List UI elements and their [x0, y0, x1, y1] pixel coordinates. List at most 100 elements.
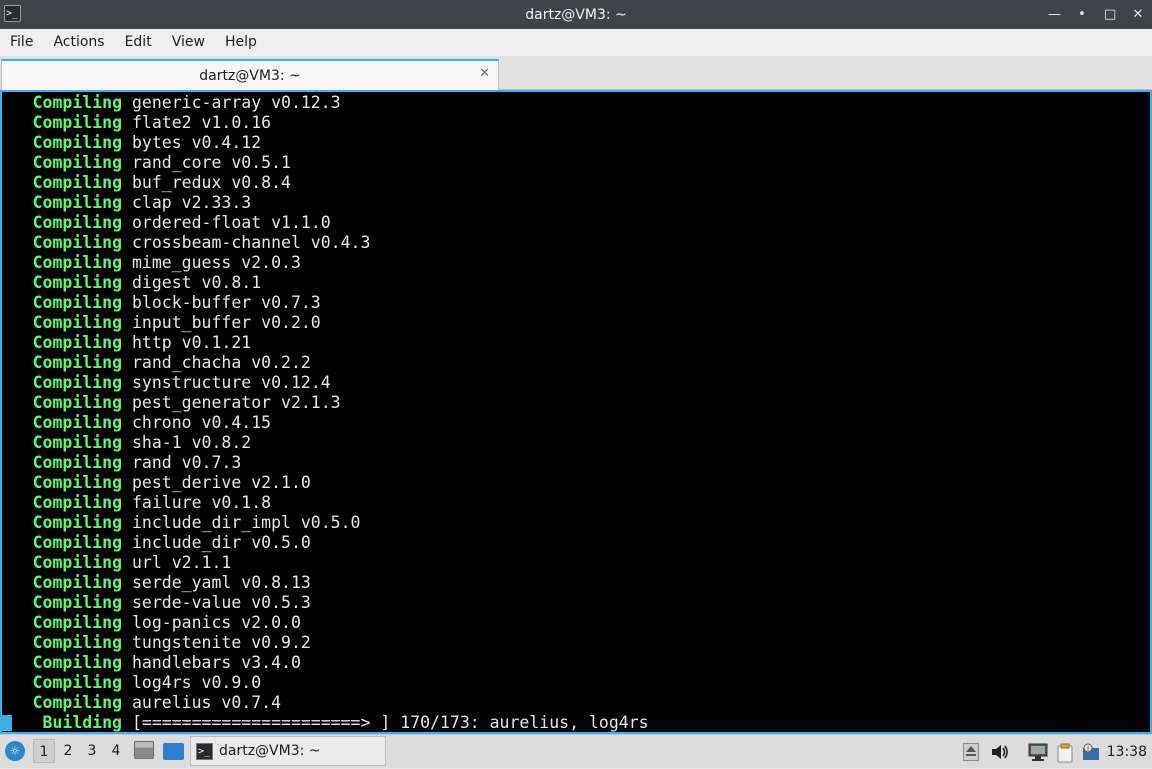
terminal-icon[interactable]: >_: [4, 5, 21, 22]
clipboard-icon[interactable]: [1056, 743, 1074, 763]
line-text: digest v0.8.1: [132, 273, 262, 292]
show-desktop-icon[interactable]: [163, 743, 184, 760]
line-text: mime_guess v2.0.3: [132, 253, 301, 272]
line-text: log-panics v2.0.0: [132, 613, 301, 632]
terminal-line: Compiling http v0.1.21: [2, 333, 1150, 353]
status-keyword: Compiling: [32, 213, 122, 232]
terminal-line: Compiling digest v0.8.1: [2, 273, 1150, 293]
line-text: rand_chacha v0.2.2: [132, 353, 311, 372]
eject-icon[interactable]: [963, 743, 979, 761]
network-icon[interactable]: [1028, 743, 1048, 761]
status-keyword: Compiling: [32, 453, 122, 472]
line-text: http v0.1.21: [132, 333, 252, 352]
line-text: pest_generator v2.1.3: [132, 393, 341, 412]
terminal-line: Compiling sha-1 v0.8.2: [2, 433, 1150, 453]
terminal-line: Compiling aurelius v0.7.4: [2, 693, 1150, 713]
terminal-line: Compiling buf_redux v0.8.4: [2, 173, 1150, 193]
status-keyword: Compiling: [32, 173, 122, 192]
status-keyword: Compiling: [32, 493, 122, 512]
terminal-line: Compiling rand_core v0.5.1: [2, 153, 1150, 173]
maximize-button[interactable]: □: [1104, 7, 1116, 22]
lxqt-start-icon[interactable]: ☼: [5, 741, 25, 761]
terminal-line: Compiling mime_guess v2.0.3: [2, 253, 1150, 273]
terminal-line: Compiling chrono v0.4.15: [2, 413, 1150, 433]
line-text: input_buffer v0.2.0: [132, 313, 321, 332]
line-text: url v2.1.1: [132, 553, 232, 572]
status-keyword: Compiling: [32, 373, 122, 392]
menu-file[interactable]: File: [0, 29, 43, 56]
status-keyword: Compiling: [32, 333, 122, 352]
close-icon[interactable]: ✕: [479, 66, 490, 81]
status-keyword: Compiling: [32, 533, 122, 552]
status-keyword: Compiling: [32, 133, 122, 152]
terminal-line: Compiling synstructure v0.12.4: [2, 373, 1150, 393]
line-text: clap v2.33.3: [132, 193, 252, 212]
status-keyword: Compiling: [32, 153, 122, 172]
line-text: include_dir v0.5.0: [132, 533, 311, 552]
terminal-output: Compiling generic-array v0.12.3 Compiling f…: [2, 93, 1150, 732]
line-text: synstructure v0.12.4: [132, 373, 331, 392]
status-keyword: Compiling: [32, 653, 122, 672]
menu-view[interactable]: View: [162, 29, 215, 56]
file-manager-icon[interactable]: [134, 741, 154, 759]
terminal-line: Compiling flate2 v1.0.16: [2, 113, 1150, 133]
minimize-button[interactable]: —: [1048, 7, 1061, 22]
line-text: serde_yaml v0.8.13: [132, 573, 311, 592]
menu-actions[interactable]: Actions: [43, 29, 114, 56]
desktop-switch-2[interactable]: 2: [57, 739, 79, 763]
status-keyword: Compiling: [32, 593, 122, 612]
terminal-line: Compiling log4rs v0.9.0: [2, 673, 1150, 693]
desktop-switch-3[interactable]: 3: [81, 739, 103, 763]
line-text: serde-value v0.5.3: [132, 593, 311, 612]
terminal-line: Compiling handlebars v3.4.0: [2, 653, 1150, 673]
status-keyword: Compiling: [32, 93, 122, 112]
terminal-icon: >_: [196, 742, 213, 760]
line-text: rand_core v0.5.1: [132, 153, 291, 172]
status-keyword: Compiling: [32, 233, 122, 252]
terminal-line: Building [======================> ] 170/1…: [2, 713, 1150, 732]
menu-help[interactable]: Help: [215, 29, 267, 56]
close-button[interactable]: ✕: [1132, 7, 1144, 22]
line-text: tungstenite v0.9.2: [132, 633, 311, 652]
desktop-switch-4[interactable]: 4: [105, 739, 127, 763]
desktop-switch-1[interactable]: 1: [33, 739, 55, 763]
taskbar-task-terminal[interactable]: >_ dartz@VM3: ~: [190, 736, 386, 766]
line-text: failure v0.1.8: [132, 493, 272, 512]
terminal-line: Compiling bytes v0.4.12: [2, 133, 1150, 153]
line-text: aurelius v0.7.4: [132, 693, 282, 712]
status-keyword: Building: [42, 713, 122, 732]
menu-bar: File Actions Edit View Help: [0, 29, 1152, 56]
line-text: block-buffer v0.7.3: [132, 293, 321, 312]
terminal-view[interactable]: Compiling generic-array v0.12.3 Compiling f…: [0, 90, 1152, 734]
status-keyword: Compiling: [32, 253, 122, 272]
line-text: log4rs v0.9.0: [132, 673, 262, 692]
terminal-line: Compiling input_buffer v0.2.0: [2, 313, 1150, 333]
line-text: ordered-float v1.1.0: [132, 213, 331, 232]
clock[interactable]: 13:38: [1107, 735, 1147, 769]
status-keyword: Compiling: [32, 113, 122, 132]
shade-button[interactable]: •: [1076, 7, 1088, 22]
terminal-line: Compiling rand v0.7.3: [2, 453, 1150, 473]
status-keyword: Compiling: [32, 613, 122, 632]
terminal-line: Compiling rand_chacha v0.2.2: [2, 353, 1150, 373]
terminal-line: Compiling serde_yaml v0.8.13: [2, 573, 1150, 593]
update-notifier-icon[interactable]: !: [1082, 743, 1100, 761]
window-titlebar[interactable]: >_ dartz@VM3: ~ — • □ ✕: [0, 0, 1152, 29]
line-text: chrono v0.4.15: [132, 413, 272, 432]
terminal-line: Compiling include_dir_impl v0.5.0: [2, 513, 1150, 533]
line-text: crossbeam-channel v0.4.3: [132, 233, 371, 252]
line-text: flate2 v1.0.16: [132, 113, 272, 132]
line-text: [======================> ] 170/173: aure…: [132, 713, 649, 732]
terminal-cursor: [2, 715, 12, 731]
terminal-line: Compiling clap v2.33.3: [2, 193, 1150, 213]
status-keyword: Compiling: [32, 393, 122, 412]
task-label: dartz@VM3: ~: [219, 743, 321, 759]
line-text: handlebars v3.4.0: [132, 653, 301, 672]
status-keyword: Compiling: [32, 193, 122, 212]
terminal-line: Compiling block-buffer v0.7.3: [2, 293, 1150, 313]
menu-edit[interactable]: Edit: [115, 29, 162, 56]
status-keyword: Compiling: [32, 293, 122, 312]
status-keyword: Compiling: [32, 273, 122, 292]
tab-terminal[interactable]: dartz@VM3: ~ ✕: [1, 59, 499, 90]
volume-icon[interactable]: [991, 743, 1009, 761]
